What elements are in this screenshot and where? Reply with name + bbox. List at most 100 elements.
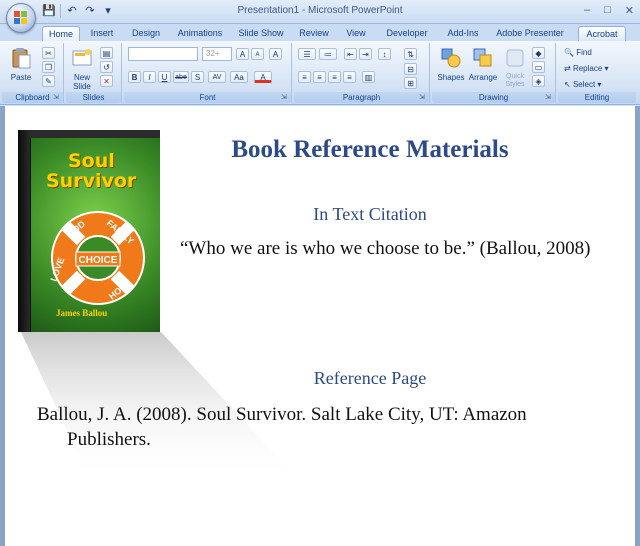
cut-icon[interactable]: ✂	[42, 47, 55, 59]
find-label: Find	[576, 48, 592, 57]
justify-icon[interactable]: ≡	[343, 71, 356, 83]
slide[interactable]: Soul Survivor GOD FAMILY HOPE LOVE CHOIC…	[5, 106, 635, 546]
grow-font-button[interactable]: A	[236, 48, 249, 60]
paragraph-group-label: Paragraph	[294, 92, 429, 103]
text-direction-icon[interactable]: ⇅	[404, 48, 417, 60]
bold-button[interactable]: B	[128, 71, 141, 83]
select-button[interactable]: ↖ Select ▾	[564, 79, 601, 90]
new-slide-label: New Slide	[73, 73, 91, 91]
shadow-button[interactable]: S	[191, 71, 204, 83]
drawing-group: Shapes Arrange Quick Styles ◆ ▭ ◈ Drawin…	[432, 43, 556, 103]
columns-icon[interactable]: ▥	[362, 71, 375, 83]
clipboard-launcher-icon[interactable]: ⇲	[53, 94, 61, 102]
find-icon: 🔍	[564, 48, 574, 57]
align-text-icon[interactable]: ⊟	[404, 63, 417, 75]
smartart-icon[interactable]: ⊞	[404, 77, 417, 89]
font-color-button[interactable]: A	[254, 71, 272, 83]
title-bar: 💾 ↶ ↷ ▾ Presentation1 - Microsoft PowerP…	[0, 0, 640, 33]
tab-acrobat[interactable]: Acrobat	[578, 26, 626, 41]
find-button[interactable]: 🔍 Find	[564, 47, 592, 58]
delete-slide-icon[interactable]: ✕	[100, 75, 113, 87]
shape-fill-icon[interactable]: ◆	[532, 47, 545, 59]
bullets-icon[interactable]: ☰	[298, 48, 316, 60]
align-center-icon[interactable]: ≡	[313, 71, 326, 83]
reference-page-heading[interactable]: Reference Page	[255, 368, 485, 389]
shapes-button[interactable]: Shapes	[434, 45, 468, 89]
new-slide-icon	[72, 49, 92, 66]
clear-formatting-button[interactable]: A	[269, 48, 282, 60]
shrink-font-button[interactable]: A	[251, 48, 264, 60]
clipboard-group: Paste ✂ ❐ ✎ Clipboard ⇲	[2, 43, 64, 103]
office-button[interactable]	[6, 3, 36, 33]
window-controls: – □ ✕	[584, 4, 634, 17]
arrange-icon	[473, 48, 492, 67]
tab-add-ins[interactable]: Add-Ins	[442, 26, 484, 41]
arrange-button[interactable]: Arrange	[466, 45, 500, 89]
paste-button[interactable]: Paste	[4, 45, 38, 89]
citation-quote[interactable]: “Who we are is who we choose to be.” (Ba…	[180, 236, 610, 261]
slide-pane: Soul Survivor GOD FAMILY HOPE LOVE CHOIC…	[0, 106, 640, 546]
quick-styles-label: Quick Styles	[505, 73, 525, 88]
slides-group-label: Slides	[66, 92, 121, 103]
increase-indent-icon[interactable]: ⇥	[359, 48, 372, 60]
reset-icon[interactable]: ↺	[100, 61, 113, 73]
minimize-button[interactable]: –	[584, 4, 590, 17]
italic-button[interactable]: I	[143, 71, 156, 83]
numbering-icon[interactable]: ≔	[319, 48, 337, 60]
line-spacing-icon[interactable]: ↕	[378, 48, 391, 60]
editing-group: 🔍 Find ⇄ Replace ▾ ↖ Select ▾ Editing	[558, 43, 636, 103]
replace-label: Replace	[572, 64, 603, 73]
align-right-icon[interactable]: ≡	[328, 71, 341, 83]
font-name-combo[interactable]	[128, 47, 198, 61]
strikethrough-button[interactable]: abe	[173, 71, 189, 83]
change-case-button[interactable]: Aa	[230, 71, 248, 83]
drawing-launcher-icon[interactable]: ⇲	[545, 94, 553, 102]
tab-home[interactable]: Home	[42, 26, 80, 41]
close-button[interactable]: ✕	[625, 4, 634, 17]
arrange-label: Arrange	[468, 73, 498, 82]
underline-button[interactable]: U	[158, 71, 171, 83]
book-spine	[18, 130, 30, 332]
tab-developer[interactable]: Developer	[382, 26, 432, 41]
office-logo-icon	[14, 11, 27, 24]
ribbon-tabs: Home Insert Design Animations Slide Show…	[0, 24, 640, 41]
layout-icon[interactable]: ▤	[100, 47, 113, 59]
new-slide-button[interactable]: New Slide	[66, 45, 98, 91]
font-size-combo[interactable]: 32+	[202, 47, 232, 61]
tab-view[interactable]: View	[342, 26, 370, 41]
paragraph-launcher-icon[interactable]: ⇲	[419, 94, 427, 102]
book-title-line2: Survivor	[46, 170, 137, 192]
in-text-citation-heading[interactable]: In Text Citation	[255, 204, 485, 225]
select-label: Select	[572, 80, 596, 89]
shapes-label: Shapes	[437, 73, 465, 82]
character-spacing-button[interactable]: AV	[208, 71, 226, 83]
book-author: James Ballou	[56, 308, 108, 318]
paragraph-group: ☰ ≔ ⇤ ⇥ ↕ ⇅ ≡ ≡ ≡ ≡ ▥ ⊟ ⊞ Paragraph ⇲	[294, 43, 430, 103]
tab-design[interactable]: Design	[128, 26, 164, 41]
tab-slide-show[interactable]: Slide Show	[236, 26, 286, 41]
drawing-group-label: Drawing	[432, 92, 555, 103]
tab-animations[interactable]: Animations	[174, 26, 226, 41]
book-title-line1: Soul	[68, 150, 115, 172]
reference-entry[interactable]: Ballou, J. A. (2008). Soul Survivor. Sal…	[37, 402, 597, 452]
slide-title[interactable]: Book Reference Materials	[220, 136, 520, 164]
replace-icon: ⇄	[564, 64, 571, 73]
paste-label: Paste	[10, 73, 32, 82]
replace-button[interactable]: ⇄ Replace ▾	[564, 63, 609, 74]
tab-adobe-presenter[interactable]: Adobe Presenter	[494, 26, 566, 41]
ribbon: Paste ✂ ❐ ✎ Clipboard ⇲ New Slide ▤ ↺ ✕ …	[0, 41, 640, 105]
shape-outline-icon[interactable]: ▭	[532, 61, 545, 73]
tab-review[interactable]: Review	[296, 26, 332, 41]
slides-group: New Slide ▤ ↺ ✕ Slides	[66, 43, 122, 103]
maximize-button[interactable]: □	[604, 4, 611, 17]
tab-insert[interactable]: Insert	[86, 26, 118, 41]
shape-effects-icon[interactable]: ◈	[532, 75, 545, 87]
editing-group-label: Editing	[558, 92, 636, 103]
font-launcher-icon[interactable]: ⇲	[281, 94, 289, 102]
copy-icon[interactable]: ❐	[42, 61, 55, 73]
font-group: 32+ A A A B I U abe S AV Aa A Font ⇲	[124, 43, 292, 103]
quick-styles-button[interactable]: Quick Styles	[498, 45, 532, 89]
align-left-icon[interactable]: ≡	[298, 71, 311, 83]
decrease-indent-icon[interactable]: ⇤	[344, 48, 357, 60]
format-painter-icon[interactable]: ✎	[42, 75, 55, 87]
